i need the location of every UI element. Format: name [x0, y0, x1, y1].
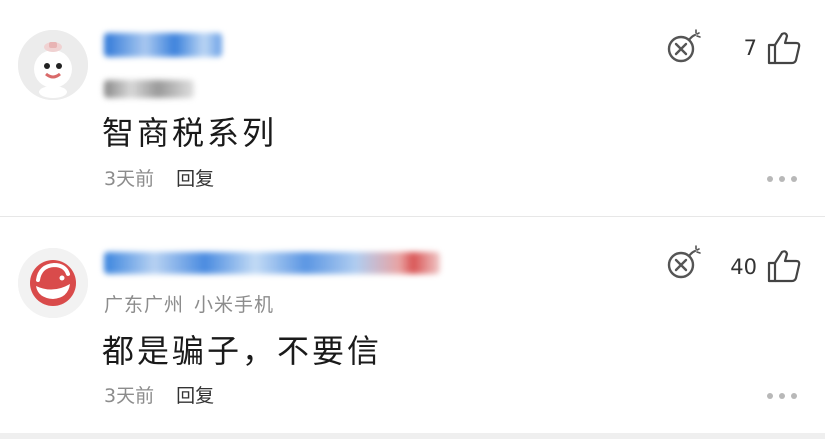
user-info-blurred [104, 80, 194, 98]
comment-meta: 3天前 回复 [104, 381, 214, 408]
bomb-icon[interactable] [664, 28, 702, 66]
avatar[interactable] [18, 248, 88, 318]
comment-item: 智商税系列 3天前 回复 7 [0, 0, 825, 216]
comment-item: 广东广州 小米手机 都是骗子，不要信 3天前 回复 40 [0, 216, 825, 435]
reply-button[interactable]: 回复 [176, 381, 214, 408]
comment-meta: 3天前 回复 [104, 164, 214, 191]
comment-time: 3天前 [104, 385, 155, 407]
comment-text: 智商税系列 [102, 114, 278, 152]
user-location: 广东广州 小米手机 [104, 290, 274, 317]
bottom-divider [0, 433, 825, 439]
more-dots-icon[interactable] [766, 391, 798, 401]
like-count: 7 [743, 36, 757, 60]
thumbs-up-icon[interactable] [766, 30, 802, 66]
avatar[interactable] [18, 30, 88, 100]
bomb-icon[interactable] [664, 244, 702, 282]
more-dots-icon[interactable] [766, 174, 798, 184]
device-text: 小米手机 [194, 294, 275, 316]
like-count: 40 [730, 255, 757, 279]
username-blurred[interactable] [104, 33, 222, 57]
reply-button[interactable]: 回复 [176, 164, 214, 191]
location-text: 广东广州 [104, 294, 185, 316]
username-blurred[interactable] [104, 252, 440, 274]
thumbs-up-icon[interactable] [766, 248, 802, 284]
comment-text: 都是骗子，不要信 [102, 332, 383, 370]
comment-time: 3天前 [104, 168, 155, 190]
